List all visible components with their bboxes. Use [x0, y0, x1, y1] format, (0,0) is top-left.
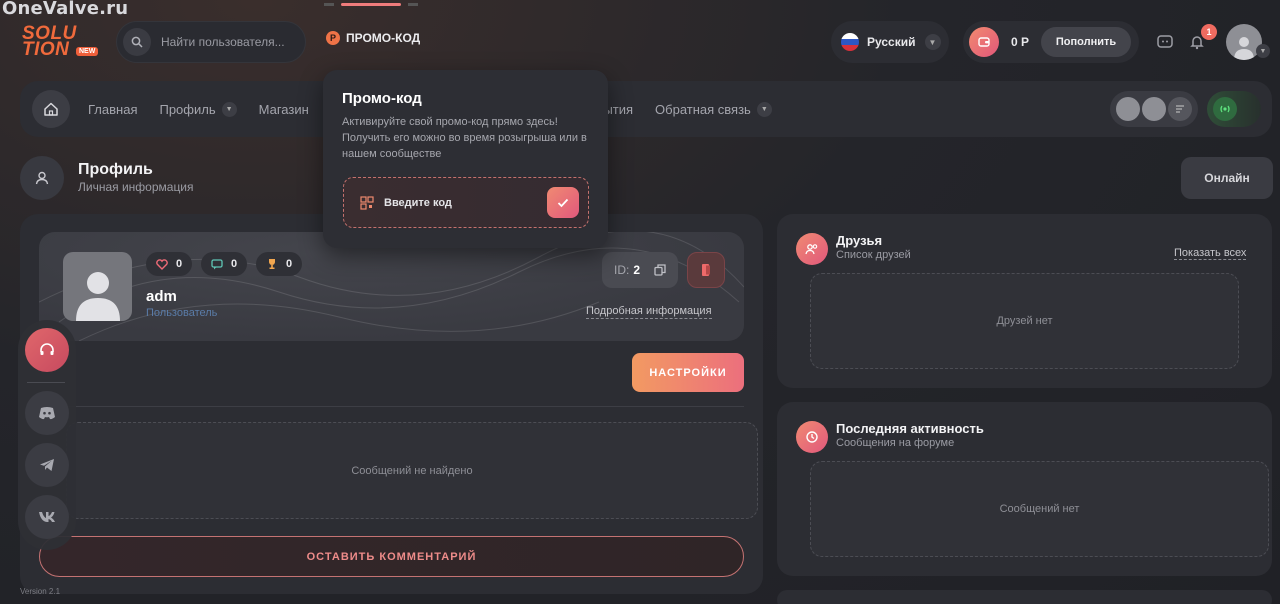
promo-tab-indicator-left — [324, 3, 334, 6]
leave-comment-button[interactable]: ОСТАВИТЬ КОММЕНТАРИЙ — [39, 536, 744, 577]
promo-tab-indicator-right — [408, 3, 418, 6]
messages-empty-text: Сообщений не найдено — [351, 464, 473, 477]
search-input[interactable] — [161, 35, 296, 49]
chat-icon[interactable] — [1154, 31, 1176, 53]
russia-flag-icon — [841, 33, 859, 51]
page-title: Профиль — [78, 161, 153, 178]
logo-new-badge: NEW — [76, 47, 99, 56]
qr-code-icon — [360, 195, 374, 210]
home-icon[interactable] — [32, 90, 70, 128]
nav-item-label: Магазин — [258, 101, 309, 117]
friends-empty-box: Друзей нет — [810, 273, 1239, 369]
id-label: ID: — [614, 263, 630, 277]
social-separator — [27, 382, 65, 383]
promo-tab-label: ПРОМО-КОД — [346, 31, 421, 45]
friends-title: Друзья — [836, 233, 883, 248]
balance-amount: 0 Р — [1011, 35, 1030, 49]
activity-title: Последняя активность — [836, 421, 984, 436]
trophies-stat: 0 — [256, 252, 303, 276]
show-all-friends-link[interactable]: Показать всех — [1174, 247, 1247, 260]
heart-icon — [156, 258, 168, 270]
checkmark-icon — [557, 198, 569, 207]
nav-item-feedback[interactable]: Обратная связь ▼ — [655, 101, 772, 117]
promo-popup-description: Активируйте свой промо-код прямо здесь! … — [342, 116, 587, 160]
online-user-avatar — [1116, 97, 1140, 121]
settings-button[interactable]: НАСТРОЙКИ — [632, 353, 744, 392]
version-label: Version 2.1 — [20, 587, 61, 596]
online-status-badge: Онлайн — [1181, 157, 1273, 199]
nav-item-label: Профиль — [159, 101, 216, 117]
online-user-avatar — [1142, 97, 1166, 121]
user-id-box[interactable]: ID: 2 — [602, 252, 678, 288]
activity-icon — [796, 421, 828, 453]
telegram-button[interactable] — [25, 443, 69, 487]
nav-item-shop[interactable]: Магазин — [259, 102, 309, 117]
search-icon[interactable] — [123, 28, 151, 56]
discord-icon — [39, 407, 55, 420]
language-label: Русский — [867, 35, 916, 49]
promo-code-tab[interactable]: P ПРОМО-КОД — [326, 31, 420, 45]
user-icon — [20, 156, 64, 200]
nav-item-label: Главная — [88, 101, 138, 117]
promo-popup-title: Промо-код — [342, 90, 422, 107]
divider — [66, 406, 744, 407]
promo-code-input[interactable]: Введите код — [343, 177, 589, 228]
language-selector[interactable]: Русский ▼ — [831, 21, 949, 63]
next-panel — [777, 590, 1272, 604]
chevron-down-icon: ▼ — [924, 34, 941, 50]
comments-stat: 0 — [201, 252, 248, 276]
coin-icon: P — [326, 31, 340, 45]
avatar-chevron-down-icon[interactable]: ▼ — [1256, 44, 1270, 58]
profile-username: adm — [146, 288, 177, 305]
online-users-group[interactable] — [1110, 91, 1198, 127]
comment-icon — [211, 258, 223, 269]
promo-submit-button[interactable] — [547, 187, 579, 218]
trophy-icon — [269, 259, 275, 269]
site-logo[interactable]: SOLU TION NEW — [22, 24, 102, 62]
promo-tab-indicator — [341, 3, 401, 6]
nav-item-home[interactable]: Главная — [88, 102, 137, 117]
messages-empty-box: Сообщений не найдено — [66, 422, 758, 519]
likes-count: 0 — [176, 258, 183, 270]
comments-count: 0 — [231, 258, 238, 270]
friends-icon — [796, 233, 828, 265]
vk-icon — [39, 512, 55, 522]
broadcast-icon — [1213, 97, 1237, 121]
trophies-count: 0 — [286, 258, 293, 270]
user-search — [116, 21, 306, 63]
id-value: 2 — [633, 263, 641, 277]
door-exit-icon — [702, 264, 710, 276]
notification-count-badge: 1 — [1201, 24, 1217, 40]
telegram-icon — [40, 459, 54, 471]
wallet-icon — [969, 27, 999, 57]
main-navigation: Главная Профиль ▼ Магазин обытия Обратна… — [20, 81, 1272, 137]
activity-subtitle: Сообщения на форуме — [836, 437, 955, 449]
promo-input-placeholder: Введите код — [384, 196, 452, 209]
logout-button[interactable] — [687, 252, 725, 288]
watermark: OneValve.ru — [2, 0, 129, 19]
page-subtitle: Личная информация — [78, 180, 194, 194]
vk-button[interactable] — [25, 495, 69, 539]
profile-role: Пользователь — [146, 307, 218, 319]
details-link[interactable]: Подробная информация — [586, 305, 712, 319]
chevron-down-icon: ▼ — [756, 101, 772, 117]
likes-stat: 0 — [146, 252, 193, 276]
headset-icon — [40, 343, 54, 355]
online-broadcast-button[interactable] — [1207, 91, 1261, 127]
activity-empty-text: Сообщений нет — [999, 503, 1080, 515]
nav-item-profile[interactable]: Профиль ▼ — [159, 101, 237, 117]
friends-subtitle: Список друзей — [836, 249, 911, 261]
profile-avatar — [63, 252, 132, 321]
list-icon — [1168, 97, 1192, 121]
topup-button[interactable]: Пополнить — [1041, 27, 1132, 57]
friends-empty-text: Друзей нет — [996, 315, 1053, 327]
copy-icon — [654, 264, 666, 276]
activity-empty-box: Сообщений нет — [810, 461, 1269, 557]
support-headset-button[interactable] — [25, 328, 69, 372]
chevron-down-icon: ▼ — [221, 101, 237, 117]
balance-widget: 0 Р Пополнить — [963, 21, 1139, 63]
nav-item-label: Обратная связь — [655, 101, 751, 117]
discord-button[interactable] — [25, 391, 69, 435]
